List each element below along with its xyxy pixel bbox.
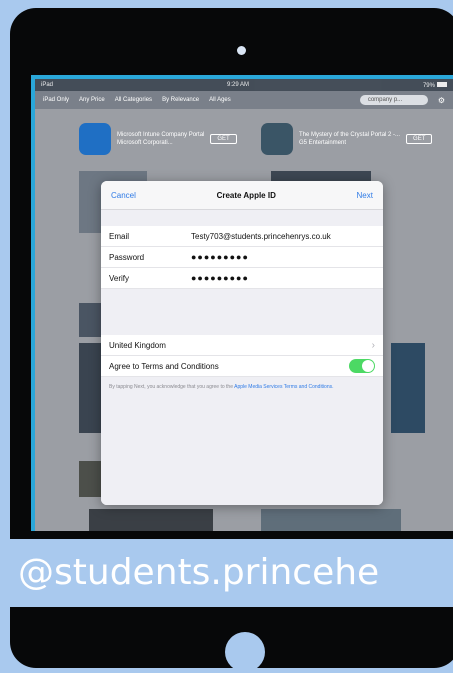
next-button[interactable]: Next <box>357 191 373 200</box>
crystal-developer: G5 Entertainment <box>299 140 347 146</box>
banner-text: @students.princehe <box>18 552 380 593</box>
carrier-label: iPad <box>41 82 54 88</box>
dialog-nav-bar: Cancel Create Apple ID Next <box>101 181 383 210</box>
intune-app-name: Microsoft Intune Company Portal <box>117 132 205 138</box>
verify-field[interactable]: ●●●●●●●●● <box>191 273 375 283</box>
terms-link[interactable]: Apple Media Services Terms and Condition… <box>234 384 333 390</box>
cancel-button[interactable]: Cancel <box>111 191 136 200</box>
bg-app-crystal: The Mystery of the Crystal Portal 2 -...… <box>261 123 433 155</box>
country-row[interactable]: United Kingdom › <box>101 335 383 356</box>
crystal-app-name: The Mystery of the Crystal Portal 2 -... <box>299 132 401 138</box>
email-field[interactable]: Testy703@students.princehenrys.co.uk <box>191 232 375 241</box>
dialog-title: Create Apple ID <box>216 190 276 200</box>
password-label: Password <box>109 252 145 262</box>
intune-app-icon <box>79 123 111 155</box>
settings-icon[interactable]: ⚙ <box>438 96 445 105</box>
battery-indicator: 79% <box>423 81 447 89</box>
email-row[interactable]: Email Testy703@students.princehenrys.co.… <box>101 226 383 247</box>
bg-screenshot-5 <box>89 509 213 531</box>
terms-toggle[interactable] <box>349 359 375 373</box>
terms-footer-text: By tapping Next, you acknowledge that yo… <box>109 384 233 390</box>
email-label: Email <box>109 231 130 241</box>
filter-ages[interactable]: All Ages <box>209 97 231 103</box>
dialog-empty-space <box>101 397 383 505</box>
battery-icon <box>436 81 447 87</box>
terms-row: Agree to Terms and Conditions <box>101 356 383 377</box>
terms-label: Agree to Terms and Conditions <box>109 361 219 371</box>
section-gap-2 <box>101 289 383 335</box>
crystal-app-icon <box>261 123 293 155</box>
intune-get-button[interactable]: GET <box>210 134 237 144</box>
section-gap <box>101 210 383 226</box>
filter-bar: iPad Only Any Price All Categories By Re… <box>35 91 453 109</box>
filter-price[interactable]: Any Price <box>79 97 105 103</box>
terms-footer: By tapping Next, you acknowledge that yo… <box>101 377 383 397</box>
watermark-banner: @students.princehe <box>0 539 453 607</box>
verify-label: Verify <box>109 273 130 283</box>
password-field[interactable]: ●●●●●●●●● <box>191 252 375 262</box>
create-apple-id-dialog: Cancel Create Apple ID Next Email Testy7… <box>101 181 383 505</box>
clock: 9:29 AM <box>226 82 249 88</box>
bg-screenshot-6 <box>261 509 401 531</box>
toggle-knob <box>362 360 374 372</box>
filter-ipad-only[interactable]: iPad Only <box>43 97 69 103</box>
intune-developer: Microsoft Corporati... <box>117 140 173 146</box>
chevron-right-icon: › <box>371 339 375 351</box>
crystal-get-button[interactable]: GET <box>406 134 433 144</box>
country-label: United Kingdom <box>109 340 166 350</box>
password-row[interactable]: Password ●●●●●●●●● <box>101 247 383 268</box>
home-button[interactable] <box>225 632 265 672</box>
filter-categories[interactable]: All Categories <box>115 97 152 103</box>
status-bar: iPad 9:29 AM 79% <box>35 79 453 91</box>
filter-sort[interactable]: By Relevance <box>162 97 199 103</box>
front-camera <box>237 46 246 55</box>
bg-screenshot-4 <box>391 343 425 433</box>
bg-app-intune: Microsoft Intune Company Portal Microsof… <box>79 123 237 155</box>
verify-row[interactable]: Verify ●●●●●●●●● <box>101 268 383 289</box>
search-field[interactable]: company p... <box>359 95 428 105</box>
